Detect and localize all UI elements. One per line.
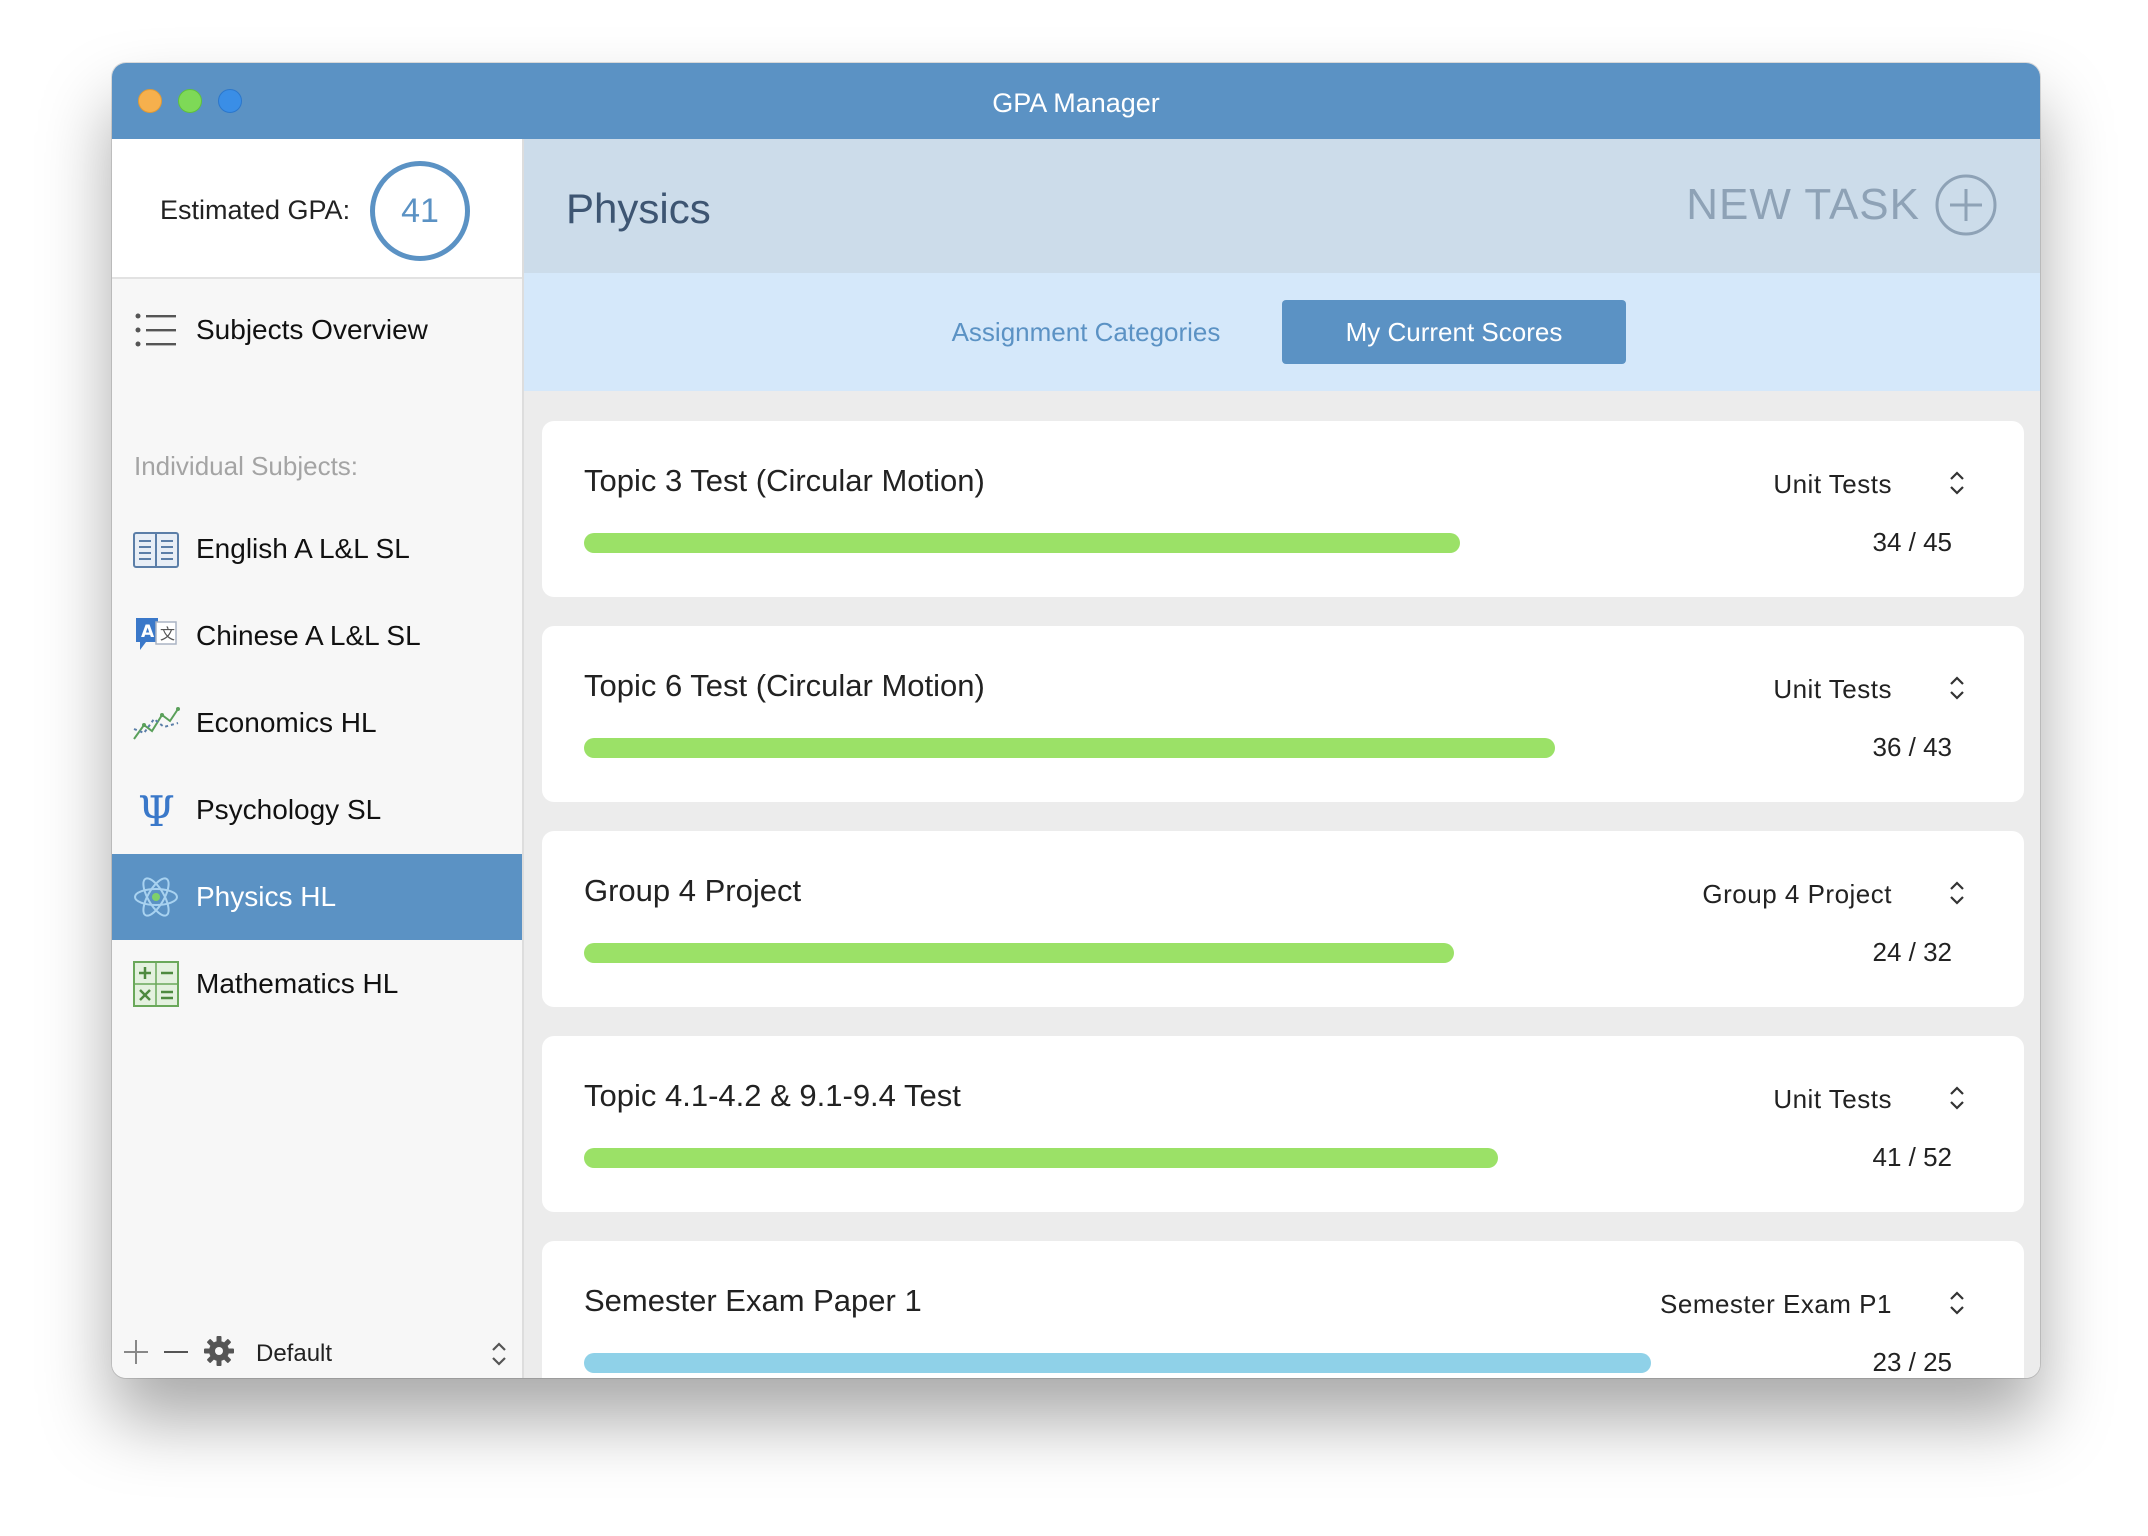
sidebar-item-chinese[interactable]: A 文 Chinese A L&L SL — [112, 593, 522, 679]
task-card[interactable]: Topic 6 Test (Circular Motion) Unit Tests… — [542, 626, 2024, 802]
translate-icon: A 文 — [136, 618, 177, 650]
task-category-select[interactable]: Group 4 Project — [1702, 879, 1892, 910]
new-task-button[interactable]: NEW TASK — [1686, 173, 1998, 237]
sidebar-item-label: Economics HL — [196, 707, 377, 738]
page-title: Physics — [566, 185, 711, 232]
atom-icon — [134, 877, 178, 917]
view-tabs: Assignment Categories My Current Scores — [524, 273, 2040, 391]
score-progress-bar — [584, 1353, 1651, 1373]
sidebar-item-mathematics[interactable]: Mathematics HL — [112, 941, 522, 1027]
task-category-select[interactable]: Unit Tests — [1773, 1084, 1892, 1115]
task-score: 34 / 45 — [1872, 527, 1952, 557]
task-title: Semester Exam Paper 1 — [584, 1283, 922, 1318]
gpa-value-ring: 41 — [370, 161, 470, 261]
chevron-up-down-icon[interactable] — [1946, 1287, 1968, 1319]
sidebar-item-physics[interactable]: Physics HL — [112, 854, 522, 940]
remove-subject-button[interactable] — [160, 1336, 192, 1368]
profile-selector[interactable]: Default — [256, 1330, 332, 1378]
task-score: 24 / 32 — [1872, 937, 1952, 967]
task-category-select[interactable]: Unit Tests — [1773, 469, 1892, 500]
main-content: Physics NEW TASK Assignment Categories M… — [524, 139, 2040, 1378]
task-card[interactable]: Semester Exam Paper 1 Semester Exam P1 23 … — [542, 1241, 2024, 1378]
sidebar-item-subjects-overview[interactable]: Subjects Overview — [112, 287, 522, 373]
title-bar: GPA Manager — [112, 63, 2040, 139]
tab-my-current-scores[interactable]: My Current Scores — [1282, 300, 1626, 364]
sidebar-item-label: Mathematics HL — [196, 968, 399, 999]
task-score: 23 / 25 — [1872, 1347, 1952, 1377]
task-title: Group 4 Project — [584, 873, 802, 908]
gpa-summary: Estimated GPA: 41 — [112, 139, 522, 279]
task-card[interactable]: Group 4 Project Group 4 Project 24 / 32 — [542, 831, 2024, 1007]
score-progress-bar — [584, 738, 1555, 758]
sidebar-item-label: Physics HL — [196, 881, 337, 912]
task-category-select[interactable]: Semester Exam P1 — [1660, 1289, 1892, 1320]
task-title: Topic 6 Test (Circular Motion) — [584, 668, 985, 703]
task-card[interactable]: Topic 3 Test (Circular Motion) Unit Tests… — [542, 421, 2024, 597]
score-progress-bar — [584, 943, 1454, 963]
gpa-label: Estimated GPA: — [160, 195, 351, 225]
chevron-up-down-icon[interactable] — [486, 1338, 512, 1370]
chevron-up-down-icon[interactable] — [1946, 1082, 1968, 1114]
new-task-label: NEW TASK — [1686, 180, 1920, 229]
tab-assignment-categories[interactable]: Assignment Categories — [936, 300, 1236, 364]
task-card[interactable]: Topic 4.1-4.2 & 9.1-9.4 Test Unit Tests 41… — [542, 1036, 2024, 1212]
chevron-up-down-icon[interactable] — [1946, 672, 1968, 704]
score-progress-bar — [584, 533, 1460, 553]
svg-text:文: 文 — [160, 625, 175, 643]
svg-text:Ψ: Ψ — [138, 787, 175, 834]
svg-text:A: A — [141, 622, 155, 642]
sidebar-item-economics[interactable]: Economics HL — [112, 680, 522, 766]
task-score: 41 / 52 — [1872, 1142, 1952, 1172]
task-score: 36 / 43 — [1872, 732, 1952, 762]
sidebar-item-label: Psychology SL — [196, 794, 382, 825]
list-icon — [135, 313, 176, 347]
app-window: GPA Manager Estimated GPA: 41 Subjects O… — [112, 63, 2040, 1378]
chart-line-icon — [133, 707, 180, 740]
add-circle-icon — [1935, 174, 1997, 236]
chevron-up-down-icon[interactable] — [1946, 877, 1968, 909]
math-operators-icon — [133, 961, 179, 1007]
window-title: GPA Manager — [992, 88, 1160, 118]
section-heading-individual-subjects: Individual Subjects: — [134, 451, 359, 481]
sidebar-item-label: Subjects Overview — [196, 314, 428, 345]
task-category-select[interactable]: Unit Tests — [1773, 674, 1892, 705]
sidebar-item-label: Chinese A L&L SL — [196, 620, 421, 651]
task-title: Topic 3 Test (Circular Motion) — [584, 463, 985, 498]
sidebar-item-english[interactable]: English A L&L SL — [112, 506, 522, 592]
add-subject-button[interactable] — [120, 1336, 152, 1368]
book-icon — [133, 532, 179, 568]
gear-icon[interactable] — [202, 1334, 236, 1368]
sidebar-item-label: English A L&L SL — [196, 533, 410, 564]
sidebar-footer: Default — [112, 1330, 522, 1378]
sidebar-item-psychology[interactable]: Ψ Psychology SL — [112, 767, 522, 853]
task-title: Topic 4.1-4.2 & 9.1-9.4 Test — [584, 1078, 961, 1113]
sidebar: Estimated GPA: 41 Subjects Overview Indi… — [112, 139, 524, 1378]
subject-header: Physics NEW TASK — [524, 139, 2040, 273]
score-progress-bar — [584, 1148, 1498, 1168]
chevron-up-down-icon[interactable] — [1946, 467, 1968, 499]
psi-icon: Ψ — [138, 787, 175, 834]
